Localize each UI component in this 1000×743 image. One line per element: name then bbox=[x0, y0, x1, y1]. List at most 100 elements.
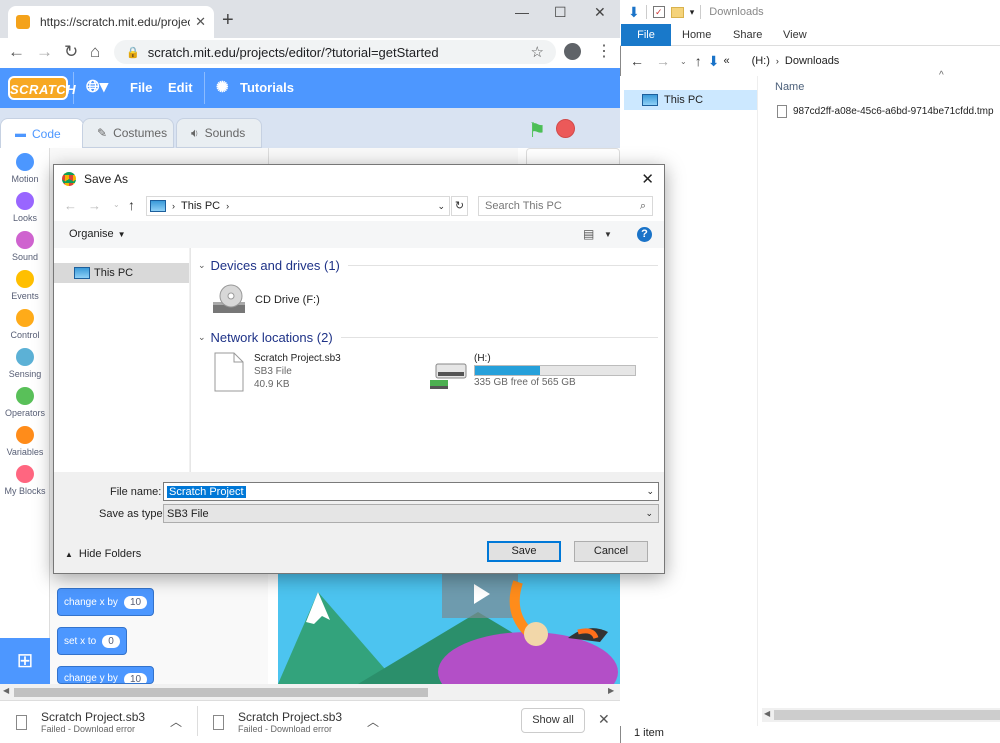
ribbon-file-tab[interactable]: File bbox=[621, 24, 671, 46]
block-set-x[interactable]: set x to 0 bbox=[57, 627, 127, 655]
search-icon[interactable]: ⌕ bbox=[640, 200, 646, 213]
back-icon[interactable]: ← bbox=[630, 53, 644, 69]
category-sound[interactable]: Sound bbox=[0, 231, 50, 262]
dialog-search-box[interactable]: Search This PC ⌕ bbox=[478, 196, 653, 216]
address-overflow[interactable]: « bbox=[723, 55, 729, 67]
close-tab-icon[interactable]: ✕ bbox=[195, 14, 206, 30]
minimize-icon[interactable]: — bbox=[515, 4, 529, 20]
file-row[interactable]: 987cd2ff-a08e-45c6-a6bd-9714be71cfdd.tmp bbox=[777, 105, 994, 118]
ribbon-share-tab[interactable]: Share bbox=[733, 29, 762, 41]
recent-dropdown-icon[interactable]: ⌄ bbox=[113, 200, 120, 209]
chevron-up-icon[interactable]: ︿ bbox=[170, 713, 182, 730]
tab-code[interactable]: ▬ Code bbox=[0, 118, 84, 148]
category-operators[interactable]: Operators bbox=[0, 387, 50, 418]
language-globe-icon[interactable]: 🌐︎▾ bbox=[86, 77, 108, 97]
new-tab-icon[interactable]: + bbox=[222, 9, 234, 32]
chevron-down-icon[interactable]: ⌄ bbox=[646, 486, 654, 497]
category-sensing[interactable]: Sensing bbox=[0, 348, 50, 379]
address-folder[interactable]: Downloads bbox=[785, 55, 839, 67]
menu-tutorials[interactable]: Tutorials bbox=[240, 80, 294, 95]
scrollbar-thumb[interactable] bbox=[14, 688, 428, 697]
properties-icon[interactable]: ✓ bbox=[652, 6, 665, 18]
cancel-button[interactable]: Cancel bbox=[574, 541, 648, 562]
scroll-right-icon[interactable]: ▶ bbox=[608, 686, 614, 695]
view-options-icon[interactable]: ▤ bbox=[583, 227, 594, 241]
hide-folders-button[interactable]: ▲ Hide Folders bbox=[65, 548, 141, 560]
home-icon[interactable]: ⌂ bbox=[90, 42, 100, 62]
back-icon[interactable]: ← bbox=[64, 198, 77, 213]
close-shelf-icon[interactable]: ✕ bbox=[598, 711, 610, 728]
network-file-item[interactable]: Scratch Project.sb3 SB3 File 40.9 KB bbox=[214, 352, 341, 392]
ribbon-home-tab[interactable]: Home bbox=[682, 29, 711, 41]
forward-icon[interactable]: → bbox=[36, 42, 53, 62]
block-change-y[interactable]: change y by 10 bbox=[57, 666, 155, 684]
close-dialog-icon[interactable]: ✕ bbox=[641, 170, 654, 188]
category-looks[interactable]: Looks bbox=[0, 192, 50, 223]
recent-dropdown-icon[interactable]: ⌄ bbox=[680, 57, 687, 66]
browser-tab[interactable]: https://scratch.mit.edu/projects/e ✕ bbox=[8, 6, 214, 38]
block-input[interactable]: 10 bbox=[123, 595, 148, 609]
stage-backdrop bbox=[278, 572, 620, 684]
nav-item-this-pc[interactable]: This PC bbox=[624, 90, 757, 110]
tab-sounds[interactable]: 🔉︎ Sounds bbox=[176, 118, 262, 148]
ribbon-view-tab[interactable]: View bbox=[783, 29, 807, 41]
menu-edit[interactable]: Edit bbox=[168, 80, 193, 95]
category-events[interactable]: Events bbox=[0, 270, 50, 301]
block-input[interactable]: 0 bbox=[102, 634, 120, 648]
dialog-path-box[interactable]: › This PC › ⌄ bbox=[146, 196, 450, 216]
maximize-icon[interactable]: ☐ bbox=[554, 4, 567, 21]
file-name-input[interactable]: Scratch Project ⌄ bbox=[163, 482, 659, 501]
help-icon[interactable]: ? bbox=[637, 227, 652, 242]
cd-drive-icon bbox=[213, 284, 245, 313]
category-control[interactable]: Control bbox=[0, 309, 50, 340]
stage[interactable] bbox=[278, 572, 620, 684]
up-icon[interactable]: ↑ bbox=[128, 197, 135, 213]
block-change-x[interactable]: change x by 10 bbox=[57, 588, 155, 616]
category-variables[interactable]: Variables bbox=[0, 426, 50, 457]
path-this-pc[interactable]: This PC bbox=[181, 200, 220, 212]
category-motion[interactable]: Motion bbox=[0, 153, 50, 184]
category-my-blocks[interactable]: My Blocks bbox=[0, 465, 50, 496]
scratch-logo[interactable]: SCRATCH bbox=[8, 76, 76, 100]
bookmark-star-icon[interactable]: ☆ bbox=[531, 43, 544, 61]
group-network[interactable]: ⌄ Network locations (2) bbox=[198, 330, 658, 345]
menu-kebab-icon[interactable]: ⋮ bbox=[596, 41, 612, 61]
cd-drive-item[interactable]: CD Drive (F:) bbox=[211, 284, 320, 316]
block-input[interactable]: 10 bbox=[123, 673, 148, 683]
forward-icon[interactable]: → bbox=[88, 198, 101, 213]
close-window-icon[interactable]: ✕ bbox=[594, 4, 606, 21]
reload-icon[interactable]: ↻ bbox=[64, 42, 78, 62]
chevron-up-icon[interactable]: ︿ bbox=[367, 713, 379, 730]
path-dropdown-icon[interactable]: ⌄ bbox=[437, 201, 445, 212]
network-drive-item[interactable]: (H:) 335 GB free of 565 GB bbox=[428, 352, 636, 394]
show-all-button[interactable]: Show all bbox=[521, 708, 585, 733]
menu-file[interactable]: File bbox=[130, 80, 152, 95]
folder-icon[interactable] bbox=[670, 6, 684, 18]
view-dropdown-icon[interactable]: ▼ bbox=[604, 230, 612, 239]
profile-avatar-icon[interactable] bbox=[564, 43, 581, 60]
add-extension-icon[interactable]: ⊞ bbox=[0, 638, 50, 684]
back-icon[interactable]: ← bbox=[8, 42, 25, 62]
forward-icon[interactable]: → bbox=[656, 53, 670, 69]
tab-costumes[interactable]: ✎ Costumes bbox=[82, 118, 174, 148]
events-dot bbox=[16, 270, 34, 288]
download-item[interactable]: Scratch Project.sb3 Failed - Download er… bbox=[16, 710, 145, 734]
refresh-icon[interactable]: ↻ bbox=[451, 196, 468, 216]
save-button[interactable]: Save bbox=[487, 541, 561, 562]
sort-chevron-icon[interactable]: ^ bbox=[939, 70, 944, 81]
save-as-type-select[interactable]: SB3 File ⌄ bbox=[163, 504, 659, 523]
up-icon[interactable]: ↑ bbox=[695, 53, 702, 69]
scroll-left-icon[interactable]: ◀ bbox=[764, 709, 770, 718]
scroll-left-icon[interactable]: ◀ bbox=[3, 686, 9, 695]
column-name-header[interactable]: Name bbox=[775, 81, 804, 93]
organise-button[interactable]: Organise ▼ bbox=[69, 228, 126, 240]
scrollbar-thumb[interactable] bbox=[774, 710, 1000, 720]
dialog-nav-this-pc[interactable]: This PC bbox=[54, 263, 189, 283]
green-flag-icon[interactable]: ⚑ bbox=[528, 118, 548, 142]
group-devices[interactable]: ⌄ Devices and drives (1) bbox=[198, 258, 658, 273]
address-bar[interactable]: 🔒 scratch.mit.edu/projects/editor/?tutor… bbox=[114, 40, 556, 64]
stop-sign-icon[interactable] bbox=[556, 119, 575, 138]
address-drive[interactable]: (H:) bbox=[752, 55, 770, 67]
download-item[interactable]: Scratch Project.sb3 Failed - Download er… bbox=[213, 710, 342, 734]
quick-access-dropdown-icon[interactable]: ▾ bbox=[690, 7, 695, 18]
